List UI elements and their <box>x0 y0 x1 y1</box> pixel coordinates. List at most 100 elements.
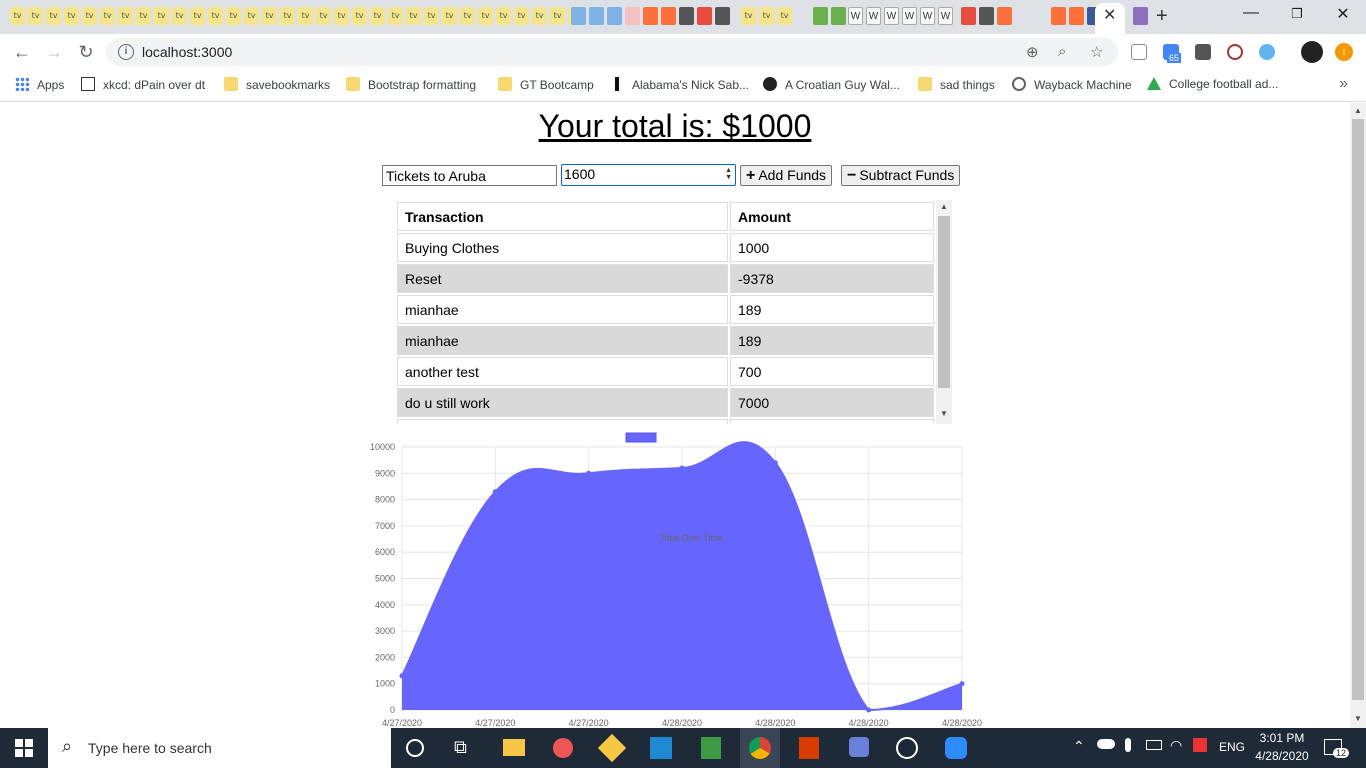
table-scroll-thumb[interactable] <box>938 216 950 388</box>
data-point[interactable] <box>492 489 498 495</box>
tab-favicon[interactable]: tv <box>514 7 529 25</box>
minimize-button[interactable]: — <box>1228 4 1274 22</box>
tab-favicon[interactable]: tv <box>460 7 475 25</box>
tab-favicon[interactable]: W <box>884 7 899 25</box>
battery-icon[interactable] <box>1146 740 1162 750</box>
profile-avatar[interactable] <box>1301 41 1323 63</box>
bookmark-item[interactable]: xkcd: dPain over dt <box>81 77 205 92</box>
tab-favicon[interactable]: tv <box>10 7 25 25</box>
tab-favicon[interactable]: tv <box>226 7 241 25</box>
data-point[interactable] <box>772 460 778 466</box>
reload-button[interactable]: ↻ <box>74 40 98 64</box>
bookmark-item[interactable]: A Croatian Guy Wal... <box>763 77 900 92</box>
vscode-icon[interactable] <box>650 737 672 759</box>
number-spinner-icon[interactable]: ▲ ▼ <box>725 167 732 181</box>
data-point[interactable] <box>959 681 965 687</box>
tab-favicon[interactable] <box>1133 7 1148 25</box>
tab-favicon[interactable]: tv <box>406 7 421 25</box>
back-button[interactable]: ← <box>10 40 34 64</box>
bookmark-item[interactable]: Bootstrap formatting <box>346 77 476 92</box>
bookmark-item[interactable]: Alabama's Nick Sab... <box>610 77 749 92</box>
tab-favicon[interactable] <box>607 7 622 25</box>
tab-favicon[interactable] <box>813 7 828 25</box>
address-bar[interactable]: i localhost:3000 ⊕ ⌕ ☆ <box>106 38 1118 66</box>
data-point[interactable] <box>399 673 405 679</box>
tab-favicon[interactable] <box>961 7 976 25</box>
scroll-down-arrow-icon[interactable]: ▼ <box>940 409 948 418</box>
close-tab-icon[interactable]: ✕ <box>1103 6 1116 26</box>
wifi-icon[interactable]: ◠ <box>1170 737 1182 754</box>
window-close-button[interactable]: ✕ <box>1320 4 1366 24</box>
update-icon[interactable]: ↑ <box>1335 43 1353 61</box>
cloud-extension-icon[interactable] <box>1259 44 1275 60</box>
tab-favicon[interactable]: tv <box>64 7 79 25</box>
subtract-funds-button[interactable]: − Subtract Funds <box>841 165 961 186</box>
tab-favicon[interactable]: tv <box>280 7 295 25</box>
clock-date[interactable]: 4/28/2020 <box>1250 749 1314 763</box>
shield-extension-icon[interactable] <box>1227 44 1243 60</box>
tab-favicon[interactable]: tv <box>550 7 565 25</box>
task-view-icon[interactable]: ⧉ <box>454 737 467 758</box>
tab-favicon[interactable]: tv <box>388 7 403 25</box>
bookmark-item[interactable]: Apps <box>15 77 64 92</box>
page-scroll-down-icon[interactable]: ▼ <box>1354 714 1362 723</box>
zoom-icon[interactable]: ⌕ <box>1058 43 1066 60</box>
start-menu-icon[interactable] <box>15 739 33 757</box>
steam-icon[interactable] <box>896 737 918 759</box>
tab-favicon[interactable]: W <box>920 7 935 25</box>
tab-favicon[interactable]: tv <box>190 7 205 25</box>
bookmark-item[interactable]: savebookmarks <box>224 77 330 92</box>
tray-app-icon[interactable] <box>1193 738 1207 752</box>
tab-favicon[interactable]: tv <box>100 7 115 25</box>
tab-favicon[interactable]: tv <box>298 7 313 25</box>
tab-favicon[interactable]: tv <box>496 7 511 25</box>
tab-favicon[interactable]: tv <box>334 7 349 25</box>
transactions-table-container[interactable]: Transaction Amount Buying Clothes 1000 Res… <box>395 200 953 424</box>
tab-favicon[interactable] <box>979 7 994 25</box>
app-icon-1[interactable] <box>553 738 573 758</box>
tab-favicon[interactable]: tv <box>136 7 151 25</box>
tab-favicon[interactable]: tv <box>262 7 277 25</box>
add-funds-button[interactable]: + Add Funds <box>740 165 833 186</box>
clock-time[interactable]: 3:01 PM <box>1254 731 1310 745</box>
tab-favicon[interactable] <box>697 7 712 25</box>
taskbar-search-box[interactable]: ⌕ Type here to search <box>48 728 391 768</box>
tab-favicon[interactable] <box>715 7 730 25</box>
tab-favicon[interactable] <box>661 7 676 25</box>
site-info-icon[interactable]: i <box>118 44 134 60</box>
new-tab-button[interactable]: + <box>1156 5 1168 28</box>
tab-favicon[interactable]: tv <box>352 7 367 25</box>
tab-favicon[interactable]: tv <box>244 7 259 25</box>
tab-favicon[interactable]: W <box>938 7 953 25</box>
tab-favicon[interactable]: W <box>866 7 881 25</box>
tab-favicon[interactable] <box>589 7 604 25</box>
tab-favicon[interactable]: tv <box>741 7 756 25</box>
data-point[interactable] <box>586 470 592 476</box>
tab-favicon[interactable] <box>1051 7 1066 25</box>
onedrive-icon[interactable] <box>1097 739 1115 749</box>
page-scroll-up-icon[interactable]: ▲ <box>1354 106 1362 115</box>
install-icon[interactable]: ⊕ <box>1026 43 1039 61</box>
data-point[interactable] <box>679 465 685 471</box>
bookmark-item[interactable]: GT Bootcamp <box>498 77 594 92</box>
bookmark-item[interactable]: College football ad... <box>1147 77 1278 91</box>
tab-favicon[interactable] <box>625 7 640 25</box>
tab-favicon[interactable] <box>643 7 658 25</box>
extension-icon[interactable] <box>1131 44 1147 60</box>
language-indicator[interactable]: ENG <box>1219 740 1245 754</box>
tab-favicon[interactable]: tv <box>777 7 792 25</box>
tab-favicon[interactable]: tv <box>82 7 97 25</box>
tab-favicon[interactable]: tv <box>316 7 331 25</box>
tab-favicon[interactable]: tv <box>424 7 439 25</box>
tab-favicon[interactable]: tv <box>118 7 133 25</box>
tab-favicon[interactable]: tv <box>46 7 61 25</box>
page-scroll-thumb[interactable] <box>1352 119 1364 700</box>
discord-icon[interactable] <box>849 737 869 757</box>
tab-favicon[interactable]: tv <box>154 7 169 25</box>
tab-favicon[interactable] <box>679 7 694 25</box>
forward-button[interactable]: → <box>42 40 66 64</box>
page-scrollbar[interactable]: ▲ ▼ <box>1350 103 1366 728</box>
word-extension-icon[interactable] <box>1195 44 1211 60</box>
file-explorer-icon[interactable] <box>503 739 525 756</box>
data-point[interactable] <box>866 707 872 713</box>
